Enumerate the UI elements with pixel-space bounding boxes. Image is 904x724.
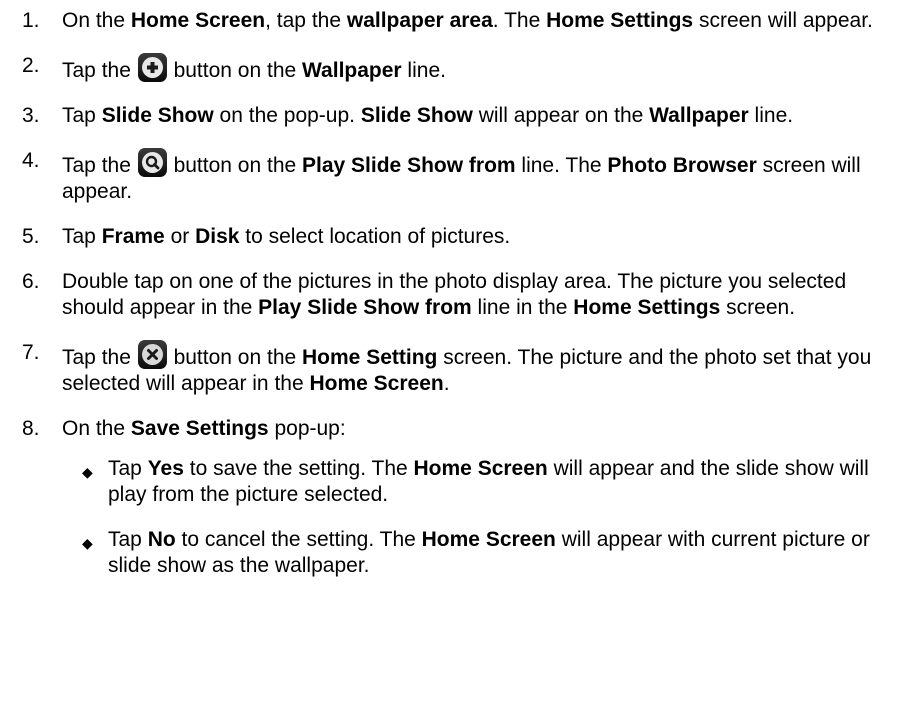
sub-option-item: ◆ Tap Yes to save the setting. The Home S… [80, 456, 874, 508]
bold-term: Save Settings [130, 417, 269, 440]
steps-list: 1. On the Home Screen, tap the wallpaper … [22, 8, 874, 579]
step-number: 2. [22, 54, 40, 77]
text-run: Tap [108, 528, 148, 551]
text-run: Tap the [62, 59, 137, 82]
bold-term: Slide Show [360, 104, 473, 127]
text-run: screen will appear. [693, 9, 873, 32]
bold-term: Slide Show [101, 104, 214, 127]
step-text: Tap the button on the Home Setting scree… [62, 340, 874, 397]
step-number: 4. [22, 149, 40, 172]
step-text: On the Home Screen, tap the wallpaper ar… [62, 8, 874, 34]
step-number: 5. [22, 225, 40, 248]
text-run: Tap [62, 225, 102, 248]
diamond-bullet-icon: ◆ [82, 464, 93, 480]
bold-term: Home Screen [421, 528, 556, 551]
text-run: button on the [167, 154, 303, 177]
bold-term: No [147, 528, 176, 551]
text-run: Tap [108, 457, 148, 480]
bold-term: Play Slide Show from [258, 296, 472, 319]
step-item: 6. Double tap on one of the pictures in t… [22, 269, 874, 321]
diamond-bullet-icon: ◆ [82, 535, 93, 551]
sub-option-text: Tap Yes to save the setting. The Home Sc… [108, 456, 874, 508]
text-run: . [443, 372, 450, 395]
text-run: screen. [720, 296, 796, 319]
step-text: On the Save Settings pop-up: [62, 416, 874, 442]
search-icon [137, 148, 167, 177]
text-run: to cancel the setting. The [175, 528, 422, 551]
step-item: 5. Tap Frame or Disk to select location o… [22, 224, 874, 250]
step-number: 1. [22, 9, 40, 32]
step-number: 8. [22, 417, 40, 440]
text-run: button on the [167, 346, 303, 369]
bold-term: Wallpaper [649, 104, 749, 127]
step-item: 1. On the Home Screen, tap the wallpaper … [22, 8, 874, 34]
step-number: 6. [22, 270, 40, 293]
text-run: pop-up: [268, 417, 346, 440]
bold-term: wallpaper area [346, 9, 493, 32]
sub-option-list: ◆ Tap Yes to save the setting. The Home S… [62, 456, 874, 579]
bold-term: Home Screen [130, 9, 266, 32]
text-run: On the [62, 417, 131, 440]
text-run: line. [401, 59, 446, 82]
text-run: line. The [515, 154, 608, 177]
step-item: 4. Tap the button on the Play Slide Show … [22, 148, 874, 205]
sub-option-item: ◆ Tap No to cancel the setting. The Home … [80, 527, 874, 579]
text-run: , tap the [265, 9, 347, 32]
text-run: or [164, 225, 196, 248]
text-run: On the [62, 9, 131, 32]
instruction-page: 1. On the Home Screen, tap the wallpaper … [0, 0, 904, 724]
step-text: Tap Slide Show on the pop-up. Slide Show… [62, 103, 874, 129]
text-run: Tap [62, 104, 102, 127]
bold-term: Photo Browser [607, 154, 757, 177]
bold-term: Home Settings [546, 9, 694, 32]
bold-term: Yes [147, 457, 184, 480]
text-run: Tap the [62, 154, 137, 177]
text-run: Tap the [62, 346, 137, 369]
text-run: button on the [167, 59, 303, 82]
step-text: Double tap on one of the pictures in the… [62, 269, 874, 321]
bold-term: Disk [195, 225, 240, 248]
bold-term: Home Screen [413, 457, 548, 480]
step-number: 7. [22, 341, 40, 364]
step-item: 3. Tap Slide Show on the pop-up. Slide Sh… [22, 103, 874, 129]
bold-term: Home Screen [309, 372, 444, 395]
step-text: Tap the button on the Play Slide Show fr… [62, 148, 874, 205]
text-run: line. [748, 104, 794, 127]
step-item: 8. On the Save Settings pop-up: ◆ Tap Yes t… [22, 416, 874, 579]
step-item: 2. Tap the button on the Wallpaper line. [22, 53, 874, 84]
text-run: will appear on the [472, 104, 650, 127]
step-number: 3. [22, 104, 40, 127]
text-run: to save the setting. The [183, 457, 414, 480]
text-run: . The [492, 9, 547, 32]
step-item: 7. Tap the button on the Home Setting scr… [22, 340, 874, 397]
text-run: line in the [471, 296, 574, 319]
bold-term: Play Slide Show from [302, 154, 516, 177]
plus-icon [137, 53, 167, 82]
sub-option-text: Tap No to cancel the setting. The Home S… [108, 527, 874, 579]
text-run: to select location of pictures. [239, 225, 511, 248]
close-icon [137, 340, 167, 369]
bold-term: Wallpaper [302, 59, 402, 82]
step-text: Tap the button on the Wallpaper line. [62, 53, 874, 84]
step-text: Tap Frame or Disk to select location of … [62, 224, 874, 250]
bold-term: Home Settings [573, 296, 721, 319]
text-run: on the pop-up. [213, 104, 361, 127]
bold-term: Home Setting [302, 346, 438, 369]
bold-term: Frame [101, 225, 165, 248]
